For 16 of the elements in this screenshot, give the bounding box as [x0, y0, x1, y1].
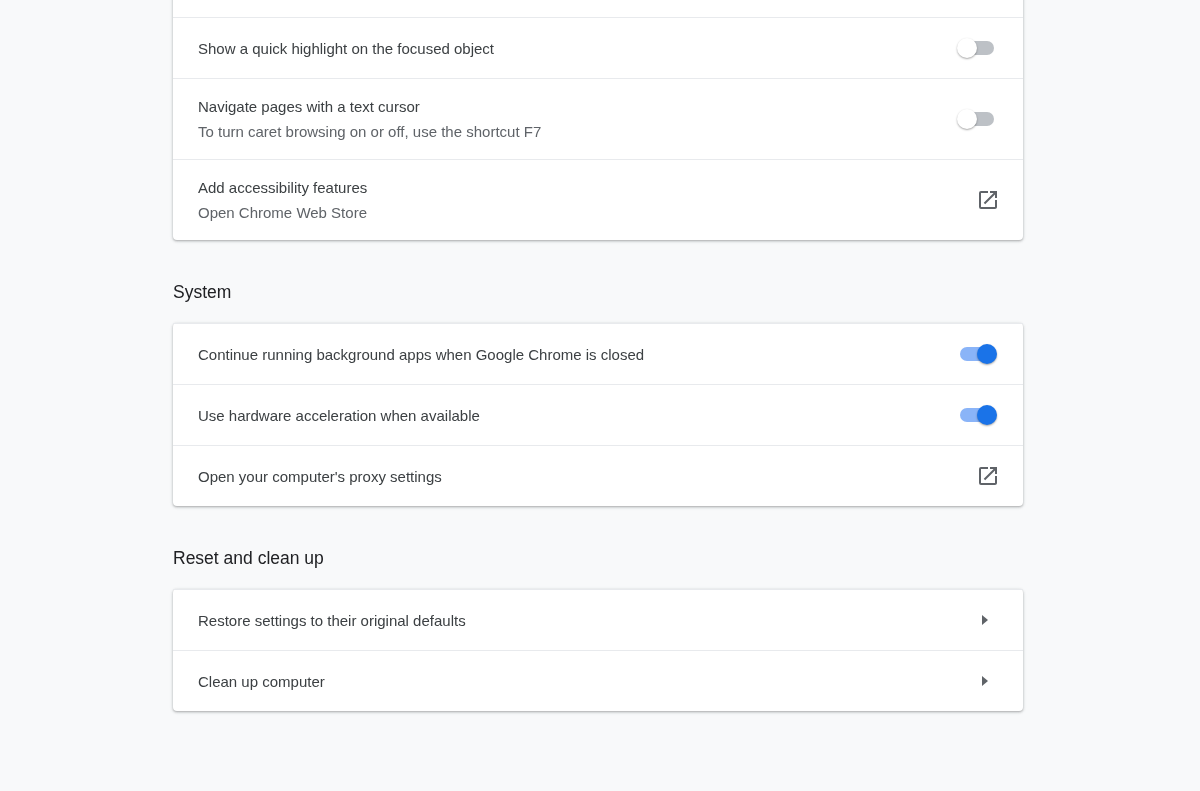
caret-right-icon[interactable]: [982, 615, 988, 625]
open-in-new-icon[interactable]: [976, 188, 1000, 212]
section-heading: System: [173, 282, 233, 303]
setting-label: Open your computer's proxy settings: [198, 467, 442, 485]
setting-label: Use hardware acceleration when available: [198, 406, 480, 424]
section-heading: Reset and clean up: [173, 548, 325, 569]
setting-label: Add accessibility features: [198, 179, 368, 196]
setting-label: Restore settings to their original defaults: [198, 611, 466, 629]
setting-description: To turn caret browsing on or off, use the shortcut F7: [198, 123, 542, 140]
setting-label: Continue running background apps when Google Chrome is closed: [198, 345, 645, 363]
caret-right-icon[interactable]: [982, 676, 988, 686]
setting-label: Clean up computer: [198, 672, 325, 690]
setting-label: Navigate pages with a text cursor: [198, 98, 421, 115]
setting-label: Show a quick highlight on the focused object: [198, 39, 495, 57]
open-in-new-icon[interactable]: [976, 464, 1000, 488]
setting-description: Open Chrome Web Store: [198, 204, 368, 221]
